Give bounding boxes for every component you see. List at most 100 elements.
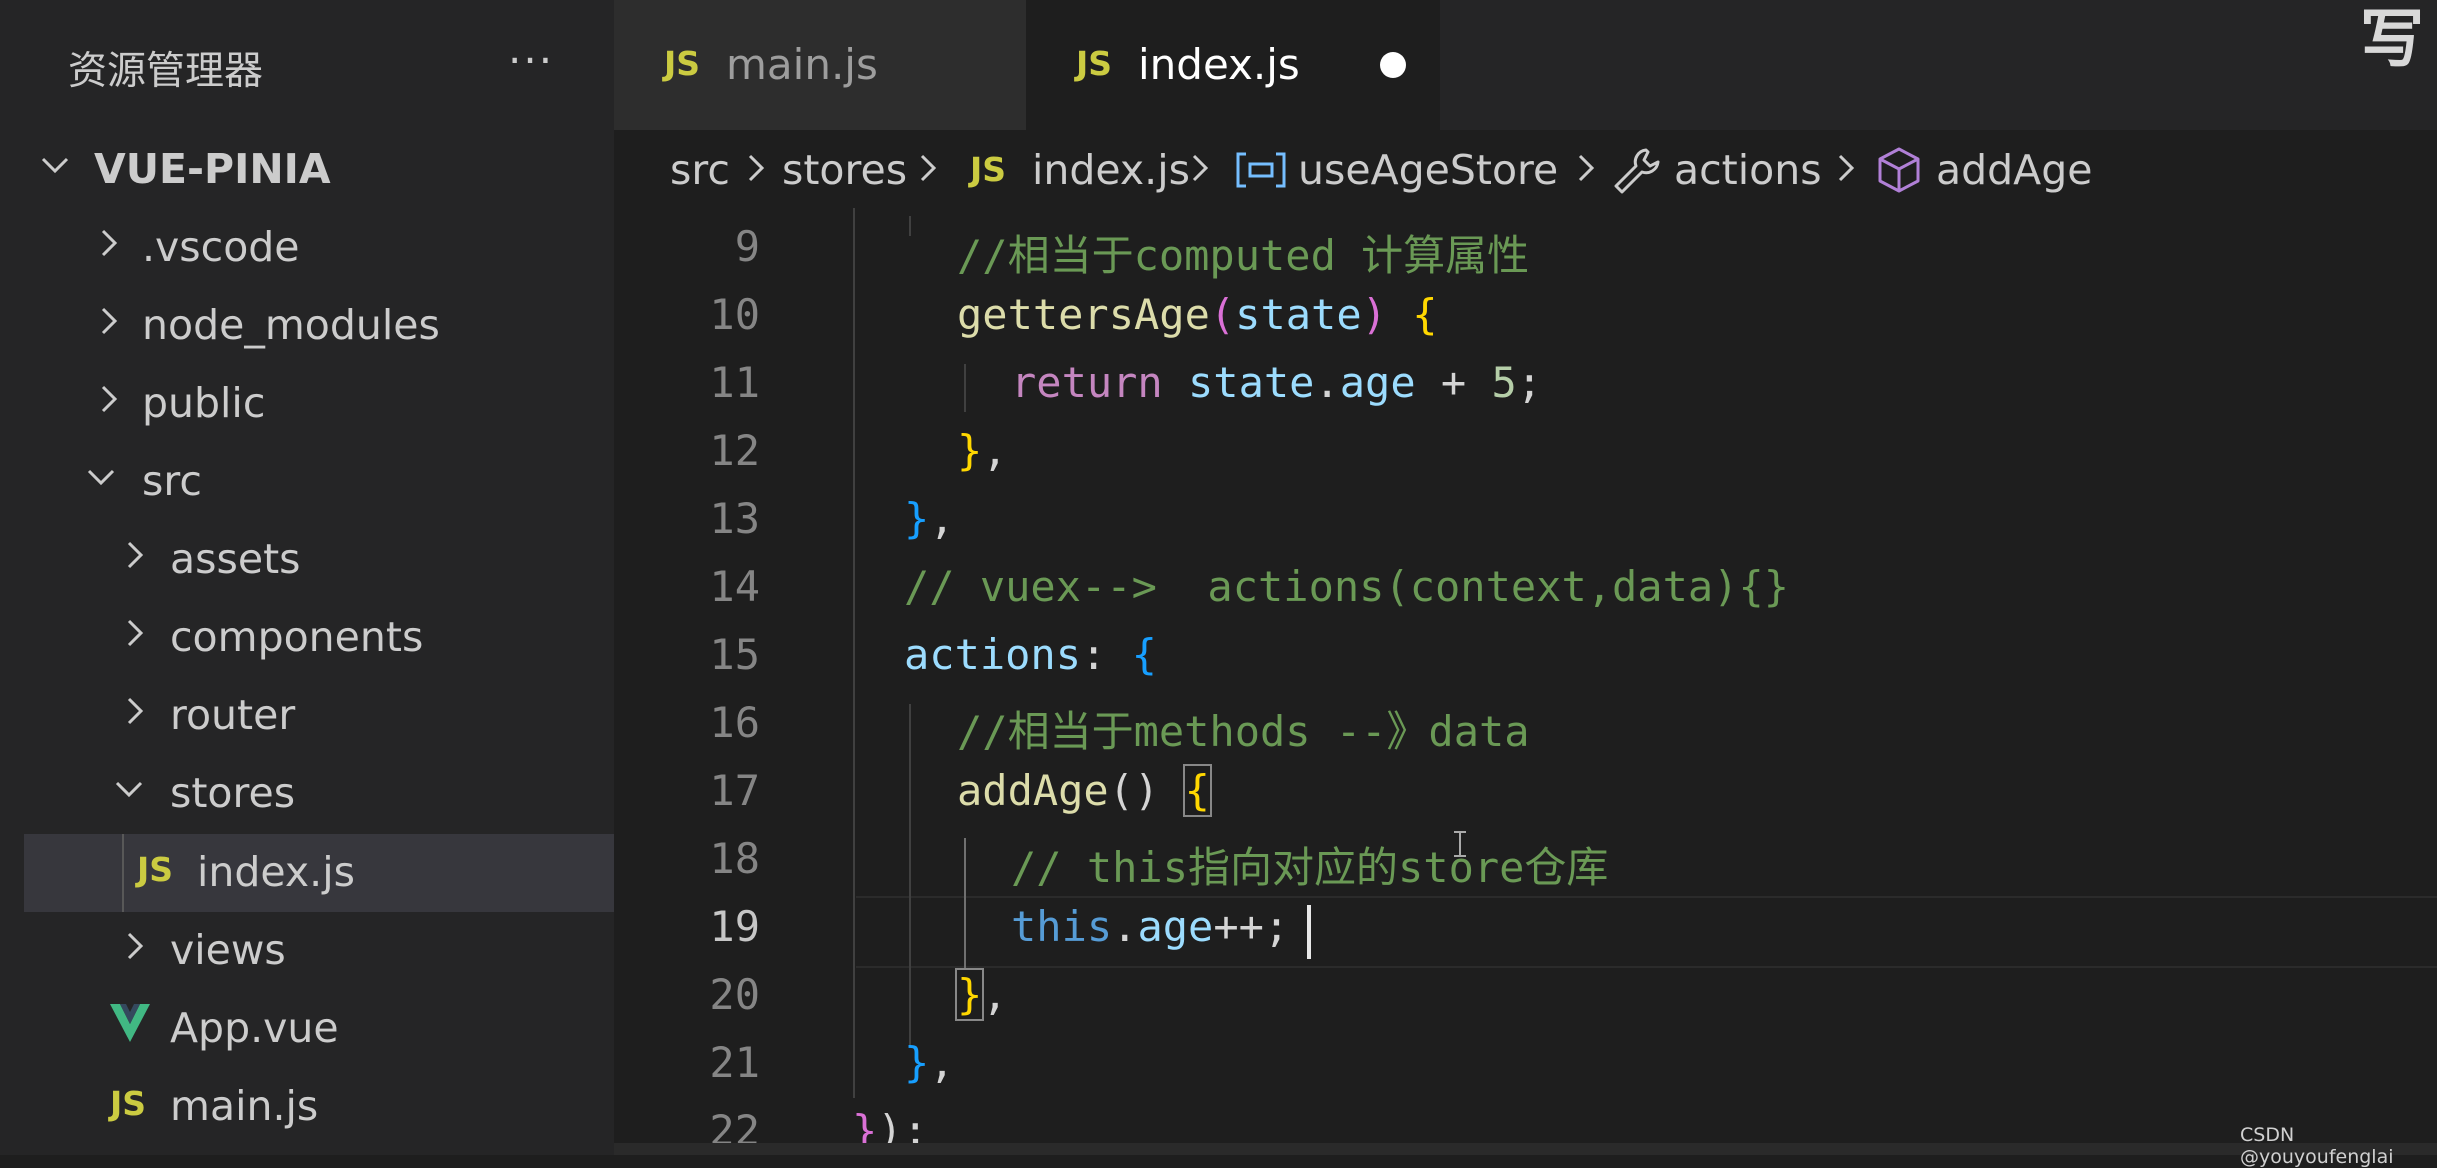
tree-file-main-js[interactable]: JS main.js [24, 1068, 614, 1146]
chevron-right-icon [120, 926, 150, 966]
js-file-icon: JS [970, 150, 1007, 189]
brace: { [1131, 630, 1157, 679]
text-cursor [1307, 905, 1311, 959]
function-name: gettersAge [957, 290, 1210, 339]
breadcrumb-store[interactable]: useAgeStore [1298, 146, 1558, 194]
indent-guide [909, 704, 911, 1048]
breadcrumb-src[interactable]: src [670, 146, 730, 194]
brace: { [1412, 290, 1438, 339]
activity-bar-edge [0, 0, 24, 1155]
parens: () [1108, 766, 1185, 815]
tree-folder-router[interactable]: router [24, 677, 614, 755]
js-file-icon: JS [137, 850, 174, 889]
chevron-down-icon [86, 457, 116, 497]
indent-guide [853, 208, 855, 1098]
breadcrumb-stores[interactable]: stores [782, 146, 907, 194]
code-line: return state.age + 5; [1011, 358, 1542, 407]
param: state [1235, 290, 1362, 339]
line-number: 21 [709, 1038, 760, 1087]
line-number: 10 [709, 290, 760, 339]
js-file-icon: JS [110, 1084, 147, 1123]
brace: } [904, 494, 930, 543]
tree-folder-components[interactable]: components [24, 599, 614, 677]
chevron-right-icon [120, 613, 150, 653]
js-file-icon: JS [1076, 44, 1113, 83]
vue-logo-icon [110, 1002, 150, 1044]
line-number: 18 [709, 834, 760, 883]
chevron-right-icon [94, 301, 124, 341]
code-line: // this指向对应的store仓库 [1011, 834, 1608, 895]
js-file-icon: JS [664, 44, 701, 83]
tree-folder-stores[interactable]: stores [24, 755, 614, 833]
brace-matched: } [954, 968, 985, 1021]
variable: state [1188, 358, 1315, 407]
tree-file-app-vue[interactable]: App.vue [24, 990, 614, 1068]
tree-item-label: router [170, 691, 296, 739]
property: actions [904, 630, 1082, 679]
operator: ++; [1213, 902, 1290, 951]
horizontal-scrollbar[interactable] [614, 1143, 2437, 1155]
line-number: 12 [709, 426, 760, 475]
tree-file-index-js[interactable]: JS index.js [24, 834, 614, 912]
line-number: 17 [709, 766, 760, 815]
code-line: // vuex--> actions(context,data){} [904, 562, 1789, 611]
line-number: 13 [709, 494, 760, 543]
method-cube-icon [1876, 146, 1922, 194]
code-editor[interactable] [614, 208, 2437, 1155]
tab-main-js[interactable]: JS main.js [614, 0, 1026, 130]
chevron-down-icon [40, 145, 70, 185]
more-actions-button[interactable]: ··· [508, 36, 554, 85]
code-line: }, [957, 426, 1008, 475]
colon: : [1081, 630, 1132, 679]
code-line: actions: { [904, 630, 1157, 679]
line-number: 15 [709, 630, 760, 679]
tree-item-label: views [170, 926, 286, 974]
tree-item-label: main.js [170, 1082, 319, 1130]
chevron-right-icon [1188, 150, 1212, 186]
code-line: }, [954, 968, 1008, 1021]
breadcrumb-file[interactable]: index.js [1032, 146, 1190, 194]
tree-folder-src[interactable]: src [24, 443, 614, 521]
comment: //相当于computed 计算属性 [957, 231, 1530, 280]
line-number: 20 [709, 970, 760, 1019]
tree-folder-assets[interactable]: assets [24, 521, 614, 599]
watermark: CSDN @youyoufenglai [2240, 1124, 2394, 1168]
line-number: 11 [709, 358, 760, 407]
function-name: addAge [957, 766, 1109, 815]
line-number-active: 19 [709, 902, 760, 951]
indent-guide [909, 216, 911, 236]
tree-folder-vscode[interactable]: .vscode [24, 209, 614, 287]
code-line: //相当于methods --》data [957, 698, 1530, 759]
comma: , [982, 426, 1008, 475]
comma: , [929, 494, 955, 543]
unsaved-dot-icon[interactable] [1380, 52, 1406, 78]
chevron-down-icon [114, 769, 144, 809]
project-root[interactable]: VUE-PINIA [24, 131, 614, 209]
line-number: 14 [709, 562, 760, 611]
operator: + [1415, 358, 1492, 407]
chevron-right-icon [94, 223, 124, 263]
brace-matched: { [1182, 764, 1212, 817]
comma: , [929, 1038, 955, 1087]
chevron-right-icon [120, 535, 150, 575]
tree-folder-public[interactable]: public [24, 365, 614, 443]
tree-item-label: App.vue [170, 1004, 339, 1052]
code-line: addAge() { [957, 764, 1212, 817]
keyword: return [1011, 358, 1163, 407]
mouse-ibeam-cursor-icon [1452, 830, 1468, 858]
explorer-title: 资源管理器 [68, 49, 264, 94]
chevron-right-icon [94, 379, 124, 419]
tree-folder-node-modules[interactable]: node_modules [24, 287, 614, 365]
number: 5 [1491, 358, 1517, 407]
breadcrumb-method[interactable]: addAge [1936, 146, 2092, 194]
chevron-right-icon [916, 150, 940, 186]
tab-index-js[interactable]: JS index.js [1026, 0, 1440, 130]
tree-folder-views[interactable]: views [24, 912, 614, 990]
brace: } [904, 1038, 930, 1087]
code-line: gettersAge(state) { [957, 290, 1438, 339]
breadcrumb-actions[interactable]: actions [1674, 146, 1822, 194]
tree-item-label: stores [170, 769, 296, 817]
tree-item-label: assets [170, 535, 301, 583]
comment: // this指向对应的store仓库 [1011, 843, 1609, 892]
